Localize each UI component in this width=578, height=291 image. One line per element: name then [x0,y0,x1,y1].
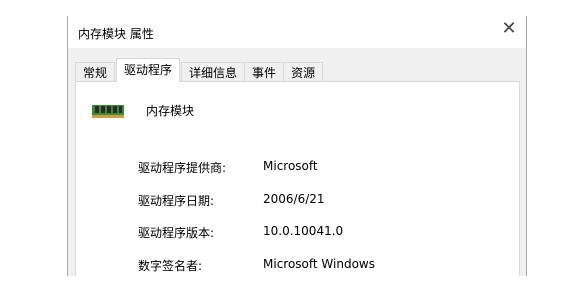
window-title: 内存模块 属性 [78,27,154,41]
driver-tab-panel: 内存模块 驱动程序提供商: Microsoft 驱动程序日期: 2006/6/2… [75,81,520,276]
memory-module-icon [92,105,124,118]
tab-strip: 常规 驱动程序 详细信息 事件 资源 [75,58,324,82]
driver-date-value: 2006/6/21 [263,192,325,206]
driver-version-label: 驱动程序版本: [138,226,215,240]
driver-provider-value: Microsoft [263,159,318,173]
device-name: 内存模块 [146,104,195,118]
tab-details[interactable]: 详细信息 [181,62,246,82]
tab-events[interactable]: 事件 [244,62,285,82]
tab-general[interactable]: 常规 [75,62,116,82]
tab-driver[interactable]: 驱动程序 [116,58,181,82]
close-button[interactable]: ✕ [492,16,526,44]
tab-resources[interactable]: 资源 [283,62,324,82]
driver-version-value: 10.0.10041.0 [263,224,344,238]
properties-window: 内存模块 属性 ✕ 常规 驱动程序 详细信息 事件 资源 内存模块 驱动程序提供… [67,16,527,276]
driver-date-label: 驱动程序日期: [138,194,215,208]
close-icon: ✕ [501,18,517,39]
digital-signer-label: 数字签名者: [138,259,203,273]
dialog-body: 常规 驱动程序 详细信息 事件 资源 内存模块 驱动程序提供商: Microso… [68,48,526,276]
driver-provider-label: 驱动程序提供商: [138,161,227,175]
title-bar[interactable]: 内存模块 属性 ✕ [68,16,526,48]
digital-signer-value: Microsoft Windows [263,257,375,271]
